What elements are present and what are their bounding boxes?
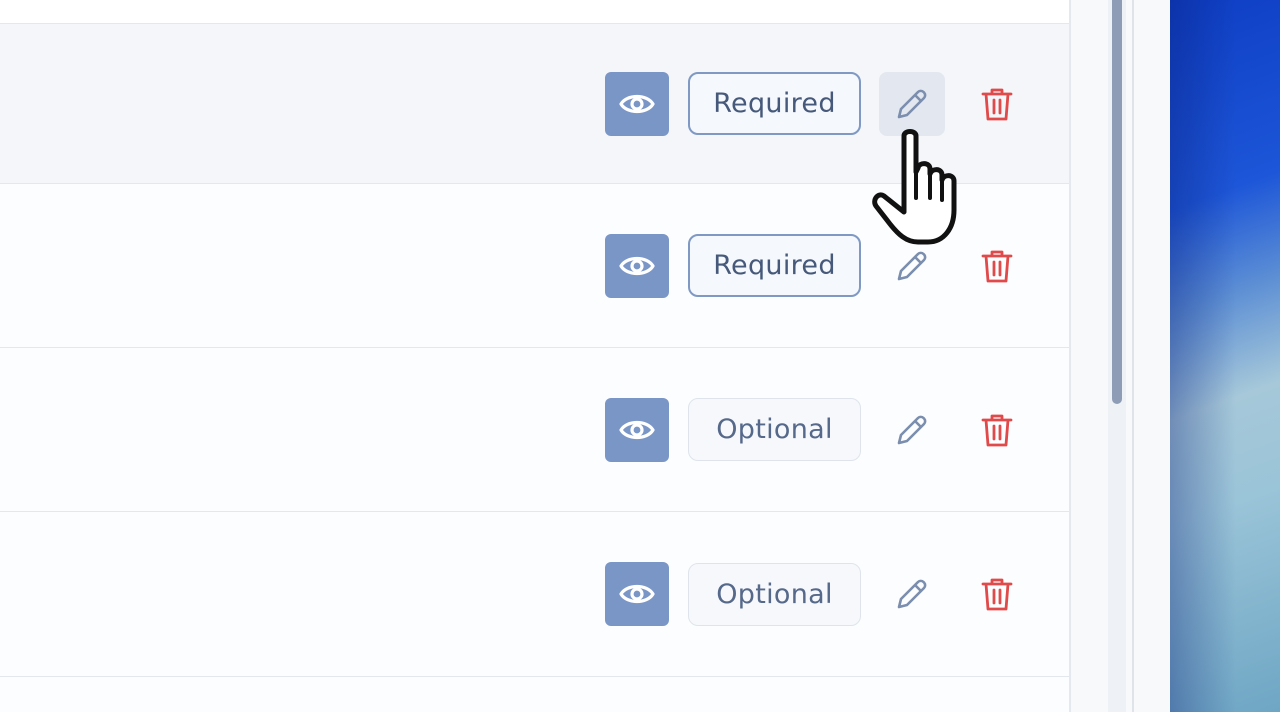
requirement-label: Optional xyxy=(716,414,833,445)
requirement-toggle[interactable]: Optional xyxy=(688,562,861,626)
trash-icon xyxy=(981,250,1013,282)
list-row: Optional xyxy=(0,512,1070,677)
pencil-icon xyxy=(897,579,927,609)
pencil-icon xyxy=(897,251,927,280)
list-row-partial xyxy=(0,0,1070,24)
row-actions: Required xyxy=(605,71,1029,136)
trash-icon xyxy=(981,578,1013,611)
delete-button[interactable] xyxy=(965,72,1029,136)
requirement-label: Required xyxy=(713,250,836,281)
row-actions: Optional xyxy=(605,397,1029,462)
edit-button[interactable] xyxy=(879,562,945,626)
trash-icon xyxy=(981,88,1013,120)
list-row: Optional xyxy=(0,348,1070,512)
row-actions: Optional xyxy=(605,562,1029,626)
edit-button[interactable] xyxy=(879,71,945,136)
edit-button[interactable] xyxy=(879,398,945,462)
view-button[interactable] xyxy=(605,233,669,298)
list-row: Required xyxy=(0,24,1070,184)
eye-icon xyxy=(619,256,655,275)
view-button[interactable] xyxy=(605,562,669,626)
view-button[interactable] xyxy=(605,397,669,462)
view-button[interactable] xyxy=(605,71,669,136)
trash-icon xyxy=(981,414,1013,446)
scrollbar-thumb[interactable] xyxy=(1112,0,1122,404)
eye-icon xyxy=(619,420,655,439)
requirement-toggle[interactable]: Optional xyxy=(688,398,861,461)
row-actions: Required xyxy=(605,233,1029,298)
requirement-toggle[interactable]: Required xyxy=(688,234,861,297)
eye-icon xyxy=(619,94,655,113)
delete-button[interactable] xyxy=(965,234,1029,298)
list-row-partial xyxy=(0,677,1070,712)
requirement-label: Required xyxy=(713,88,836,119)
list-row: Required xyxy=(0,184,1070,348)
delete-button[interactable] xyxy=(965,562,1029,626)
fields-list: Required Required Optional Optional xyxy=(0,0,1070,712)
window-edge xyxy=(1132,0,1134,712)
pencil-icon xyxy=(897,415,927,444)
desktop-wallpaper-shade xyxy=(1170,0,1280,712)
edit-button[interactable] xyxy=(879,234,945,298)
requirement-label: Optional xyxy=(716,578,833,610)
pencil-icon xyxy=(897,89,927,118)
requirement-toggle[interactable]: Required xyxy=(688,72,861,135)
eye-icon xyxy=(619,584,655,604)
delete-button[interactable] xyxy=(965,398,1029,462)
